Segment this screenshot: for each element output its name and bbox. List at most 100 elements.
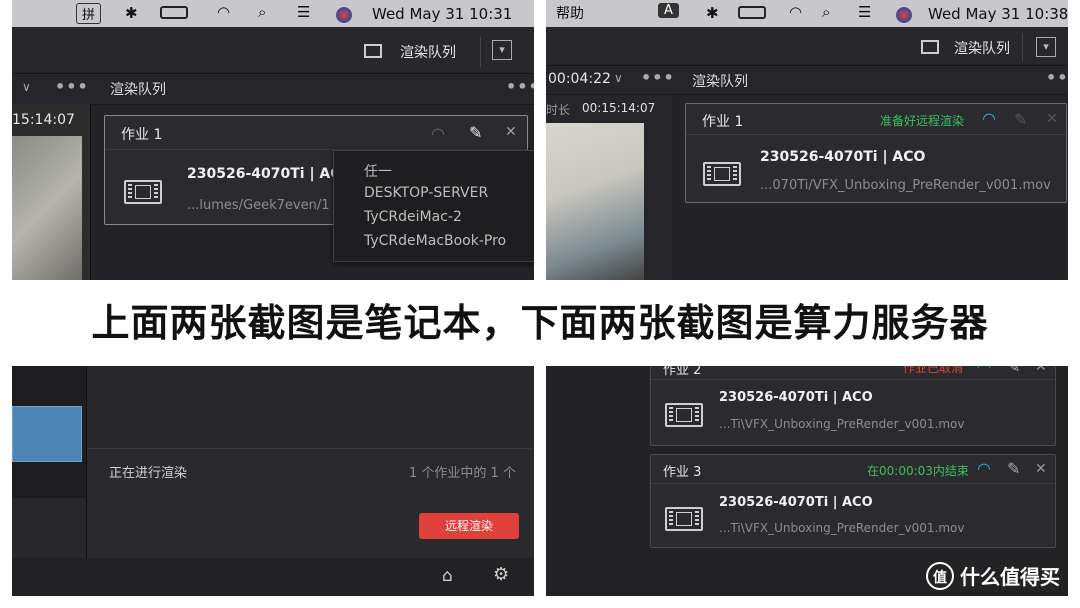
siri-icon[interactable]	[336, 7, 352, 23]
timecode: 00:04:22	[548, 71, 611, 87]
collapse-panel-icon[interactable]: ▾	[492, 40, 512, 60]
chevron-down-icon[interactable]: ∨	[614, 71, 623, 85]
job-card[interactable]: 作业 2 作业已取消 ◠ ✎ ✕ 230526-4070Ti | ACO ...…	[650, 366, 1056, 446]
wifi-status-icon[interactable]: ◠	[789, 3, 802, 21]
top-toolbar: 渲染队列 ▾	[12, 27, 534, 74]
remote-render-wifi-icon[interactable]: ◠	[431, 124, 445, 143]
render-queue-title: 渲染队列	[692, 74, 748, 90]
job-title: 作业 2	[663, 366, 702, 378]
more-options-icon[interactable]: •••	[641, 68, 675, 87]
film-icon	[665, 403, 703, 427]
input-method-indicator[interactable]: 拼	[76, 3, 102, 24]
viewer-image	[12, 136, 82, 280]
close-icon[interactable]: ✕	[1035, 366, 1047, 375]
caption-text: 上面两张截图是笔记本，下面两张截图是算力服务器	[0, 280, 1080, 366]
job-name: 230526-4070Ti | ACO	[760, 149, 926, 165]
more-options-icon[interactable]: •••	[55, 77, 89, 96]
panel-separator	[90, 104, 91, 280]
edit-pencil-icon[interactable]: ✎	[1014, 110, 1027, 129]
remote-render-dropdown[interactable]: 任一 DESKTOP-SERVER TyCRdeiMac-2 TyCRdeMac…	[333, 150, 534, 262]
home-icon[interactable]: ⌂	[442, 566, 453, 586]
remote-render-wifi-icon[interactable]: ◠	[982, 109, 996, 128]
siri-icon[interactable]	[896, 7, 912, 23]
duration-label: 时长	[546, 103, 571, 117]
more-options-icon[interactable]: •••	[1046, 68, 1068, 87]
menu-datetime: Wed May 31 10:38	[928, 5, 1068, 23]
job-status: 准备好远程渲染	[880, 114, 965, 128]
dropdown-option[interactable]: TyCRdeiMac-2	[364, 209, 462, 225]
edit-pencil-icon[interactable]: ✎	[1007, 366, 1020, 376]
render-queue-title: 渲染队列	[110, 82, 166, 98]
job-name: 230526-4070Ti | ACO	[719, 495, 873, 510]
film-icon	[703, 162, 741, 186]
close-icon[interactable]: ✕	[1046, 111, 1058, 127]
collapse-panel-icon[interactable]: ▾	[1036, 37, 1056, 57]
render-status-area: 正在进行渲染 1 个作业中的 1 个 远程渲染	[87, 448, 534, 559]
laptop-screenshot-left: 拼 ✱ ◠ ⌕ ☰ Wed May 31 10:31 渲染队列 ▾ ∨ ••• …	[12, 0, 534, 280]
job-path: ...Ti\VFX_Unboxing_PreRender_v001.mov	[719, 417, 965, 431]
search-icon[interactable]: ⌕	[822, 3, 830, 21]
watermark-logo: 值	[926, 561, 954, 590]
laptop-screenshot-right: 帮助 A ✱ ◠ ⌕ ☰ Wed May 31 10:38 渲染队列 ▾ 00:…	[546, 0, 1068, 280]
viewer-image	[546, 123, 644, 280]
job-card[interactable]: 作业 1 准备好远程渲染 ◠ ✎ ✕ 230526-4070Ti | ACO .…	[685, 103, 1067, 203]
edit-pencil-icon[interactable]: ✎	[1007, 459, 1020, 478]
menu-datetime: Wed May 31 10:31	[372, 5, 513, 23]
render-queue-icon[interactable]	[364, 44, 382, 58]
more-options-icon[interactable]: •••	[506, 77, 534, 96]
battery-icon[interactable]	[738, 6, 766, 19]
divider	[1022, 33, 1023, 61]
gear-icon[interactable]: ⚙	[493, 564, 509, 585]
panel-header: ∨ ••• 渲染队列 •••	[12, 74, 534, 105]
render-progress-text: 1 个作业中的 1 个	[409, 466, 516, 481]
render-queue-toolbar-label[interactable]: 渲染队列	[400, 42, 456, 62]
remote-render-wifi-icon[interactable]: ◠	[977, 459, 991, 478]
menu-bar: 拼 ✱ ◠ ⌕ ☰ Wed May 31 10:31	[12, 0, 534, 27]
close-icon[interactable]: ✕	[1035, 461, 1047, 477]
duration-value: 00:15:14:07	[582, 101, 656, 115]
menu-bar: 帮助 A ✱ ◠ ⌕ ☰ Wed May 31 10:38	[546, 0, 1068, 27]
job-title: 作业 1	[121, 127, 163, 143]
rendering-label: 正在进行渲染	[109, 466, 188, 481]
dropdown-option[interactable]: DESKTOP-SERVER	[364, 185, 488, 201]
panel-header: 00:04:22 ∨ ••• 渲染队列 •••	[546, 66, 1068, 95]
job-name: 230526-4070Ti | ACO	[719, 390, 873, 405]
control-center-icon[interactable]: ☰	[858, 3, 871, 21]
close-icon[interactable]: ✕	[505, 124, 517, 140]
job-title: 作业 1	[702, 114, 744, 130]
divider	[480, 37, 481, 67]
film-icon	[665, 507, 703, 531]
input-method-indicator[interactable]: A	[658, 3, 679, 18]
remote-render-button[interactable]: 远程渲染	[419, 513, 519, 539]
render-queue-toolbar-label[interactable]: 渲染队列	[954, 38, 1010, 58]
render-queue-icon[interactable]	[921, 40, 939, 54]
remote-render-wifi-icon[interactable]: ◠	[977, 366, 991, 376]
edit-pencil-icon[interactable]: ✎	[469, 123, 482, 142]
watermark-text: 什么值得买	[960, 565, 1060, 589]
job-card[interactable]: 作业 3 在00:00:03内结束 ◠ ✎ ✕ 230526-4070Ti | …	[650, 454, 1056, 548]
chevron-down-icon[interactable]: ∨	[22, 80, 31, 94]
dropdown-option[interactable]: TyCRdeMacBook-Pro	[364, 233, 506, 249]
top-toolbar: 渲染队列 ▾	[546, 27, 1068, 66]
timecode: 15:14:07	[12, 112, 75, 128]
server-screenshot-right: 作业 2 作业已取消 ◠ ✎ ✕ 230526-4070Ti | ACO ...…	[546, 366, 1068, 596]
menu-help[interactable]: 帮助	[556, 3, 584, 23]
dropdown-option[interactable]: 任一	[364, 161, 392, 181]
timeline-viewer: 时长 00:15:14:07	[546, 95, 672, 280]
blue-clip	[12, 406, 82, 462]
job-card-header: 作业 3 在00:00:03内结束 ◠ ✎ ✕	[651, 455, 1055, 484]
search-icon[interactable]: ⌕	[258, 3, 266, 21]
job-status: 作业已取消	[903, 366, 964, 375]
control-center-icon[interactable]: ☰	[297, 3, 310, 21]
job-title: 作业 3	[663, 465, 702, 480]
bluetooth-icon[interactable]: ✱	[706, 4, 719, 22]
bluetooth-icon[interactable]: ✱	[125, 4, 138, 22]
job-card-header: 作业 1 ◠ ✎ ✕	[105, 116, 527, 150]
job-path: ...lumes/Geek7even/1	[187, 198, 330, 213]
wifi-status-icon[interactable]: ◠	[217, 3, 230, 21]
timeline-track-area	[12, 366, 86, 498]
job-card-header: 作业 2 作业已取消 ◠ ✎ ✕	[651, 366, 1055, 380]
job-status: 在00:00:03内结束	[867, 464, 969, 478]
battery-icon[interactable]	[160, 6, 188, 19]
job-path: ...Ti\VFX_Unboxing_PreRender_v001.mov	[719, 521, 965, 535]
